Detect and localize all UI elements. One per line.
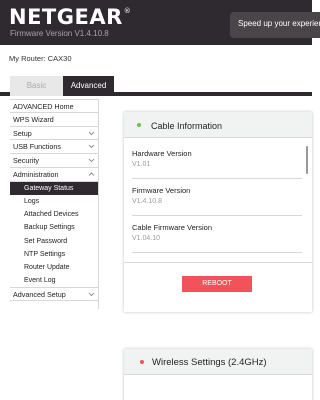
sidebar-subitem-logs[interactable]: Logs — [10, 195, 99, 208]
trademark-mark: ® — [123, 7, 132, 15]
info-label: Cable Firmware Version — [132, 223, 213, 232]
reboot-button[interactable]: REBOOT — [182, 276, 252, 292]
sidebar-item-setup[interactable]: Setup — [10, 127, 99, 141]
netgear-logo[interactable]: NETGEAR® — [9, 5, 131, 29]
sidebar-item-label: Administration — [13, 169, 59, 179]
router-model-label: My Router: CAX30 — [9, 54, 72, 63]
sidebar-subitem-ntp-settings[interactable]: NTP Settings — [10, 248, 99, 261]
sidebar-subitem-attached-devices[interactable]: Attached Devices — [10, 208, 99, 221]
chevron-up-icon — [88, 168, 95, 186]
sidebar-subitem-set-password[interactable]: Set Password — [10, 235, 99, 248]
sidebar-item-label: Advanced Setup — [13, 290, 66, 300]
sidebar-item-advanced-home[interactable]: ADVANCED Home — [10, 99, 99, 113]
sidebar-item-security[interactable]: Security — [10, 154, 99, 168]
sidebar-divider — [98, 99, 99, 309]
sidebar-item-label: Security — [13, 156, 39, 166]
brand-name: NETGEAR — [9, 5, 123, 29]
tab-basic[interactable]: Basic — [10, 76, 63, 96]
tab-underline-left — [0, 92, 10, 96]
sidebar-item-label: USB Functions — [13, 142, 61, 152]
info-value: V1.4.10.8 — [132, 198, 162, 205]
cable-information-card: Cable Information Hardware Version V1.01… — [124, 112, 312, 312]
sidebar-nav: ADVANCED Home WPS Wizard Setup USB Funct… — [10, 99, 99, 302]
info-label: Hardware Version — [132, 149, 192, 158]
sidebar-item-advanced-setup[interactable]: Advanced Setup — [10, 287, 99, 302]
firmware-version-label: Firmware Version V1.4.10.8 — [10, 29, 109, 38]
card-header: Wireless Settings (2.4GHz) — [124, 349, 312, 375]
sidebar-item-label: Setup — [13, 128, 32, 138]
status-dot-icon — [140, 360, 144, 364]
divider — [124, 262, 312, 263]
router-model-text: My Router: CAX30 — [9, 54, 72, 63]
list-item: Firmware Version V1.4.10.8 — [132, 179, 302, 216]
sidebar-subitem-gateway-status[interactable]: Gateway Status — [10, 181, 99, 195]
chevron-down-icon — [88, 288, 95, 306]
tab-advanced[interactable]: Advanced — [63, 76, 114, 96]
top-header: NETGEAR® Firmware Version V1.4.10.8 Spee… — [0, 0, 320, 45]
cable-info-list[interactable]: Hardware Version V1.01 Firmware Version … — [132, 142, 302, 259]
sidebar-subitem-backup-settings[interactable]: Backup Settings — [10, 221, 99, 234]
sidebar-item-label: WPS Wizard — [13, 114, 54, 124]
sidebar-item-administration[interactable]: Administration — [10, 168, 99, 182]
info-value: V1.04.10 — [132, 235, 161, 242]
wireless-settings-card: Wireless Settings (2.4GHz) — [124, 349, 312, 400]
card-header: Cable Information — [124, 112, 312, 138]
sidebar-subitem-router-update[interactable]: Router Update — [10, 261, 99, 274]
scrollbar-thumb[interactable] — [306, 146, 308, 174]
card-title: Wireless Settings (2.4GHz) — [152, 357, 267, 368]
list-item: Hardware Version V1.01 — [132, 142, 302, 179]
sidebar-item-label: ADVANCED Home — [13, 102, 74, 111]
sidebar-item-wps-wizard[interactable]: WPS Wizard — [10, 113, 99, 127]
tab-underline — [114, 92, 312, 96]
status-dot-icon — [137, 123, 141, 127]
promo-banner[interactable]: Speed up your experience — [230, 12, 320, 38]
card-title: Cable Information — [151, 121, 223, 131]
scrollbar[interactable] — [305, 142, 309, 259]
sidebar-subitem-event-log[interactable]: Event Log — [10, 274, 99, 287]
info-value: V1.01 — [132, 161, 151, 168]
list-item: Cable Firmware Version V1.04.10 — [132, 216, 302, 253]
info-label: Firmware Version — [132, 186, 191, 195]
sidebar-item-usb-functions[interactable]: USB Functions — [10, 140, 99, 155]
